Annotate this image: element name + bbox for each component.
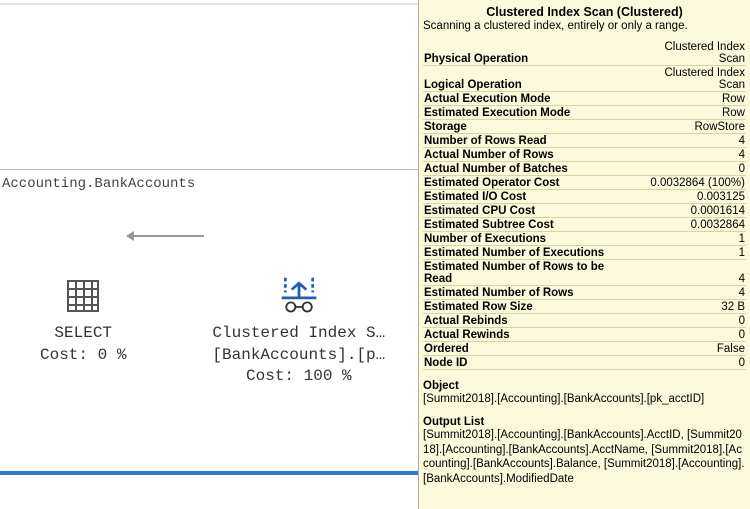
tooltip-prop-key: Estimated Number of Executions	[423, 246, 635, 260]
tooltip-prop-key: Storage	[423, 120, 635, 134]
tooltip-output-label: Output List	[423, 416, 746, 428]
select-result-icon	[62, 275, 104, 317]
tooltip-prop-value: False	[635, 342, 746, 356]
tooltip-prop-row: StorageRowStore	[423, 120, 746, 134]
tooltip-prop-key: Physical Operation	[423, 40, 635, 66]
tooltip-prop-row: Actual Number of Rows4	[423, 148, 746, 162]
plan-flow-arrow	[134, 235, 204, 237]
tooltip-prop-value: 0	[635, 162, 746, 176]
tooltip-prop-key: Node ID	[423, 356, 635, 370]
tooltip-prop-value: 4	[635, 148, 746, 162]
tooltip-prop-value: 4	[635, 260, 746, 286]
tooltip-prop-row: Logical OperationClustered Index Scan	[423, 66, 746, 92]
tooltip-object-value: [Summit2018].[Accounting].[BankAccounts]…	[423, 392, 746, 406]
tooltip-prop-key: Estimated Row Size	[423, 300, 635, 314]
tooltip-prop-key: Ordered	[423, 342, 635, 356]
tooltip-prop-key: Estimated Number of Rows	[423, 286, 635, 300]
tooltip-prop-value: 32 B	[635, 300, 746, 314]
plan-node-select[interactable]: SELECT Cost: 0 %	[40, 275, 126, 366]
tooltip-prop-row: Number of Executions1	[423, 232, 746, 246]
tooltip-prop-value: 0	[635, 314, 746, 328]
tooltip-prop-key: Number of Executions	[423, 232, 635, 246]
tooltip-prop-row: OrderedFalse	[423, 342, 746, 356]
tooltip-prop-value: 4	[635, 286, 746, 300]
tooltip-output-value: [Summit2018].[Accounting].[BankAccounts]…	[423, 428, 746, 486]
plan-scan-label1: Clustered Index S…	[212, 323, 385, 345]
tooltip-prop-value: 0.0001614	[635, 204, 746, 218]
tooltip-prop-value: Clustered Index Scan	[635, 40, 746, 66]
tooltip-prop-value: RowStore	[635, 120, 746, 134]
operator-tooltip: Clustered Index Scan (Clustered) Scannin…	[418, 0, 750, 509]
execution-plan-pane: Accounting.BankAccounts SELECT	[0, 0, 418, 509]
pane-divider[interactable]	[0, 471, 418, 475]
tooltip-prop-value: 0.0032864	[635, 218, 746, 232]
tooltip-prop-row: Actual Rebinds0	[423, 314, 746, 328]
tooltip-prop-key: Estimated Operator Cost	[423, 176, 635, 190]
tooltip-prop-key: Actual Number of Batches	[423, 162, 635, 176]
tooltip-title: Clustered Index Scan (Clustered)	[423, 3, 746, 19]
tooltip-prop-key: Actual Execution Mode	[423, 92, 635, 106]
tooltip-prop-row: Physical OperationClustered Index Scan	[423, 40, 746, 66]
tooltip-prop-value: 4	[635, 134, 746, 148]
tooltip-prop-value: 0	[635, 328, 746, 342]
tooltip-prop-row: Estimated Number of Executions1	[423, 246, 746, 260]
tooltip-prop-row: Actual Execution ModeRow	[423, 92, 746, 106]
tooltip-prop-key: Number of Rows Read	[423, 134, 635, 148]
plan-scan-label2: [BankAccounts].[p…	[212, 345, 385, 367]
tooltip-prop-key: Estimated Subtree Cost	[423, 218, 635, 232]
tooltip-prop-row: Estimated Number of Rows4	[423, 286, 746, 300]
tooltip-prop-row: Actual Number of Batches0	[423, 162, 746, 176]
tooltip-prop-value: 1	[635, 232, 746, 246]
tooltip-property-table: Physical OperationClustered Index ScanLo…	[423, 40, 746, 370]
tooltip-prop-key: Actual Rewinds	[423, 328, 635, 342]
tooltip-prop-value: 0	[635, 356, 746, 370]
tooltip-prop-key: Estimated CPU Cost	[423, 204, 635, 218]
tooltip-prop-row: Estimated Execution ModeRow	[423, 106, 746, 120]
tooltip-prop-row: Estimated Subtree Cost0.0032864	[423, 218, 746, 232]
tooltip-prop-row: Estimated CPU Cost0.0001614	[423, 204, 746, 218]
plan-canvas[interactable]: SELECT Cost: 0 %	[0, 235, 418, 388]
tooltip-prop-row: Estimated I/O Cost0.003125	[423, 190, 746, 204]
tooltip-prop-row: Estimated Number of Rows to be Read4	[423, 260, 746, 286]
query-header-text: Accounting.BankAccounts	[0, 170, 418, 235]
plan-select-label: SELECT	[40, 323, 126, 345]
tooltip-prop-row: Node ID0	[423, 356, 746, 370]
tooltip-prop-value: 0.0032864 (100%)	[635, 176, 746, 190]
tooltip-prop-key: Estimated Execution Mode	[423, 106, 635, 120]
tooltip-prop-key: Logical Operation	[423, 66, 635, 92]
tooltip-prop-value: Clustered Index Scan	[635, 66, 746, 92]
tooltip-prop-value: Row	[635, 92, 746, 106]
tooltip-object-label: Object	[423, 380, 746, 392]
tooltip-prop-key: Actual Rebinds	[423, 314, 635, 328]
tooltip-prop-key: Actual Number of Rows	[423, 148, 635, 162]
tooltip-prop-row: Actual Rewinds0	[423, 328, 746, 342]
clustered-index-scan-icon	[278, 275, 320, 317]
tooltip-prop-row: Estimated Operator Cost0.0032864 (100%)	[423, 176, 746, 190]
plan-node-clustered-index-scan[interactable]: Clustered Index S… [BankAccounts].[p… Co…	[212, 275, 385, 388]
tooltip-prop-row: Number of Rows Read4	[423, 134, 746, 148]
tooltip-prop-value: 1	[635, 246, 746, 260]
upper-blank-region	[0, 0, 418, 170]
plan-select-cost: Cost: 0 %	[40, 345, 126, 367]
tooltip-prop-row: Estimated Row Size32 B	[423, 300, 746, 314]
tooltip-prop-value: 0.003125	[635, 190, 746, 204]
tooltip-prop-key: Estimated Number of Rows to be Read	[423, 260, 635, 286]
tooltip-prop-value: Row	[635, 106, 746, 120]
plan-scan-cost: Cost: 100 %	[212, 366, 385, 388]
tooltip-prop-key: Estimated I/O Cost	[423, 190, 635, 204]
tooltip-subtitle: Scanning a clustered index, entirely or …	[423, 19, 746, 40]
